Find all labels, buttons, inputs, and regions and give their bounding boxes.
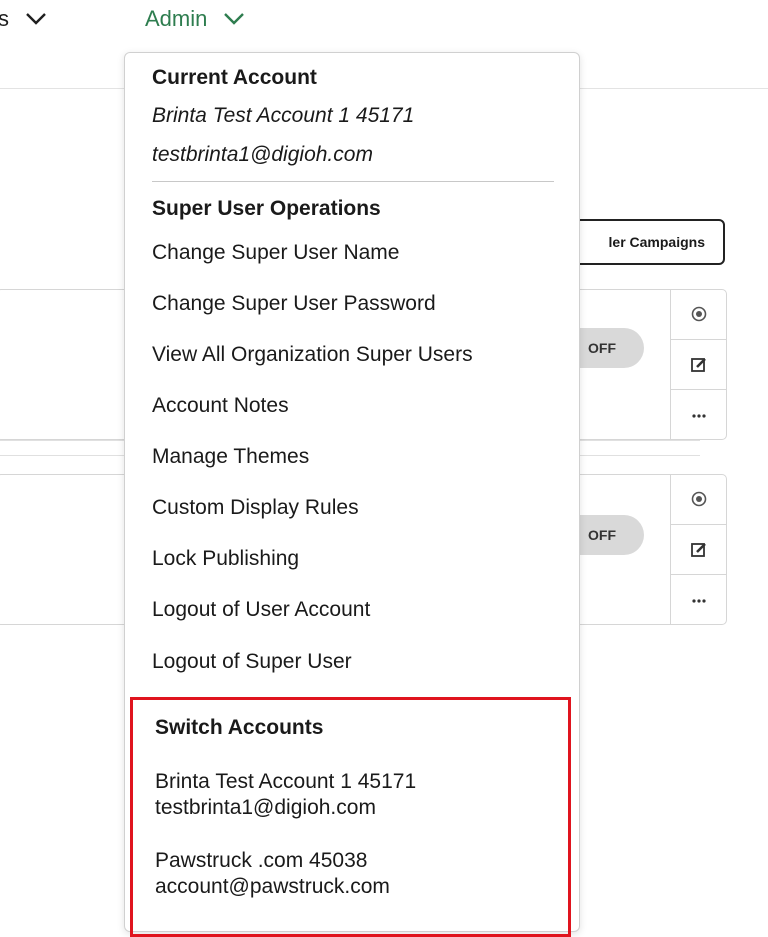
current-account-name: Brinta Test Account 1 45171 xyxy=(152,104,415,127)
more-icon xyxy=(692,414,706,418)
menu-item-logout-super-user[interactable]: Logout of Super User xyxy=(152,650,352,674)
card-actions xyxy=(670,289,727,440)
chevron-down-icon xyxy=(224,13,245,25)
menu-item-manage-themes[interactable]: Manage Themes xyxy=(152,445,309,469)
switch-account-name: Brinta Test Account 1 45171 xyxy=(155,770,417,793)
nav-admin-label: Admin xyxy=(145,6,208,31)
nav-admin-menu[interactable]: Admin xyxy=(145,6,245,32)
more-action[interactable] xyxy=(671,575,727,625)
eye-icon xyxy=(691,491,707,507)
eye-icon xyxy=(691,306,707,322)
preview-action[interactable] xyxy=(671,474,727,525)
switch-accounts-heading: Switch Accounts xyxy=(155,716,324,739)
more-icon xyxy=(692,599,706,603)
switch-account-item[interactable]: Pawstruck .com 45038 account@pawstruck.c… xyxy=(155,848,390,900)
edit-action[interactable] xyxy=(671,525,727,576)
more-action[interactable] xyxy=(671,390,727,440)
nav-menu-partial[interactable]: s xyxy=(0,6,47,32)
menu-item-account-notes[interactable]: Account Notes xyxy=(152,394,289,418)
edit-action[interactable] xyxy=(671,340,727,391)
menu-item-view-organization-super-users[interactable]: View All Organization Super Users xyxy=(152,343,473,367)
menu-item-change-super-user-password[interactable]: Change Super User Password xyxy=(152,292,436,316)
campaigns-button-label: ler Campaigns xyxy=(608,234,705,250)
menu-item-custom-display-rules[interactable]: Custom Display Rules xyxy=(152,496,359,520)
menu-item-change-super-user-name[interactable]: Change Super User Name xyxy=(152,241,399,265)
edit-icon xyxy=(691,357,706,372)
current-account-email: testbrinta1@digioh.com xyxy=(152,143,373,166)
switch-accounts-section: Switch Accounts Brinta Test Account 1 45… xyxy=(130,697,571,937)
switch-account-item[interactable]: Brinta Test Account 1 45171 testbrinta1@… xyxy=(155,769,416,821)
switch-account-email: account@pawstruck.com xyxy=(155,875,390,898)
menu-item-lock-publishing[interactable]: Lock Publishing xyxy=(152,547,299,571)
chevron-down-icon xyxy=(26,13,46,25)
switch-account-email: testbrinta1@digioh.com xyxy=(155,796,376,819)
edit-icon xyxy=(691,542,706,557)
current-account-heading: Current Account xyxy=(152,66,317,89)
nav-menu-label: s xyxy=(0,6,9,31)
card-actions xyxy=(670,474,727,625)
menu-divider xyxy=(152,181,554,182)
toggle-label: OFF xyxy=(588,340,616,356)
super-user-heading: Super User Operations xyxy=(152,197,381,220)
admin-dropdown-menu: Current Account Brinta Test Account 1 45… xyxy=(124,52,580,937)
switch-account-name: Pawstruck .com 45038 xyxy=(155,849,368,872)
menu-item-logout-user-account[interactable]: Logout of User Account xyxy=(152,598,370,622)
toggle-label: OFF xyxy=(588,527,616,543)
preview-action[interactable] xyxy=(671,289,727,340)
